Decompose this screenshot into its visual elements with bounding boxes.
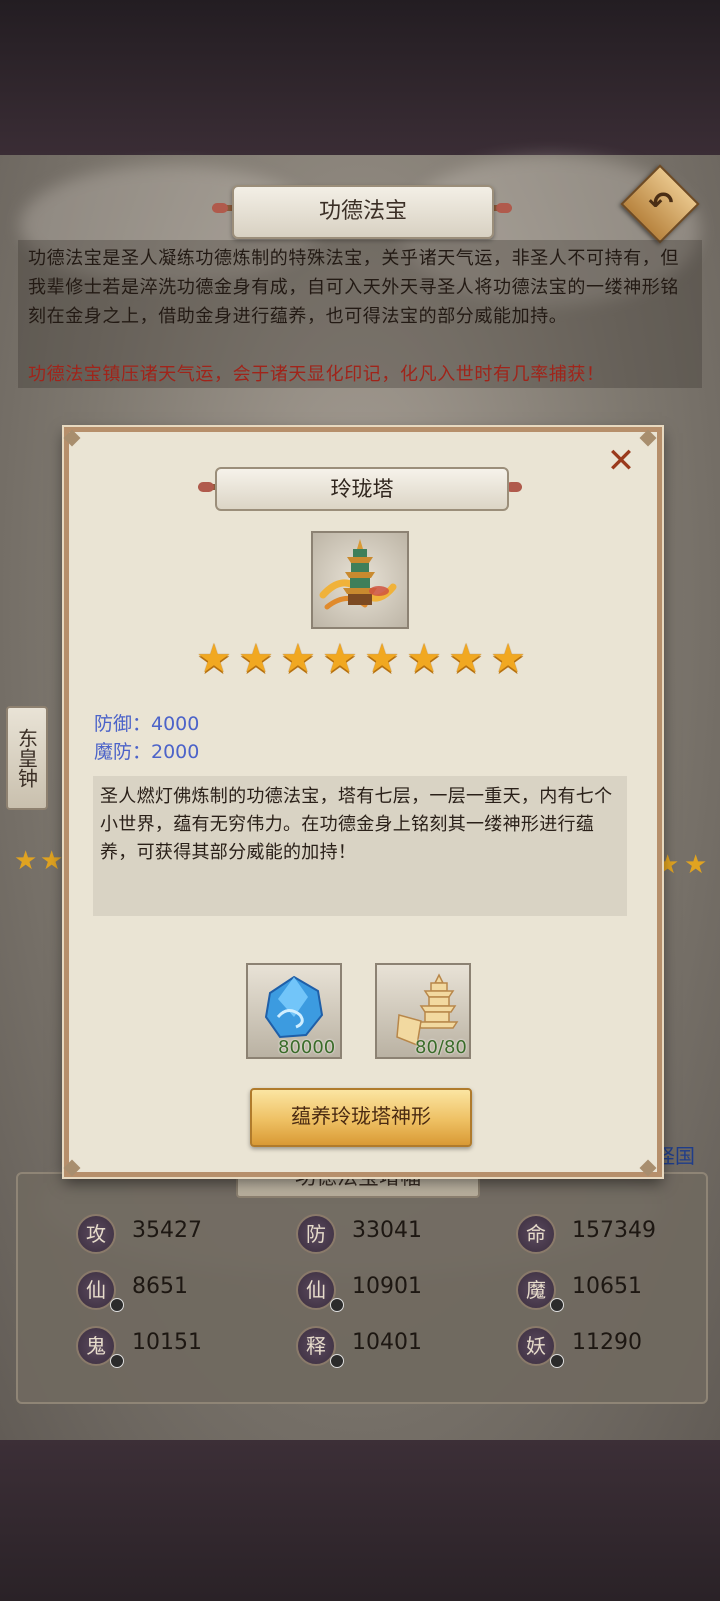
info-dot-icon[interactable]: [330, 1354, 344, 1368]
item-icon-frame[interactable]: [311, 531, 409, 629]
title-rod-end-right: [496, 203, 512, 213]
star-icon: ★: [238, 636, 274, 682]
attribute-magic-defense: 魔防：2000: [94, 741, 200, 763]
bg-star-icon: ★: [40, 846, 64, 876]
bg-star-icon: ★: [684, 850, 708, 880]
info-dot-icon[interactable]: [330, 1298, 344, 1312]
star-rating: ★ ★ ★ ★ ★ ★ ★ ★: [196, 638, 526, 680]
attribute-defense: 防御：4000: [94, 713, 200, 735]
modal-title-rod-end-left: [198, 482, 214, 492]
stat-value: 10151: [132, 1330, 202, 1355]
star-icon: ★: [322, 636, 358, 682]
stat-value: 10401: [352, 1330, 422, 1355]
intro-highlight: 功德法宝镇压诸天气运，会于诸天显化印记，化凡入世时有几率捕获！: [28, 364, 605, 385]
pagoda-icon: [319, 539, 397, 610]
stat-badge: 防: [296, 1214, 336, 1254]
cost-count: 80000: [278, 1037, 336, 1058]
info-dot-icon[interactable]: [110, 1354, 124, 1368]
star-icon: ★: [490, 636, 526, 682]
star-icon: ★: [406, 636, 442, 682]
star-icon: ★: [448, 636, 484, 682]
close-icon[interactable]: ✕: [604, 444, 638, 478]
info-dot-icon[interactable]: [550, 1354, 564, 1368]
info-dot-icon[interactable]: [110, 1298, 124, 1312]
item-description: 圣人燃灯佛炼制的功德法宝，塔有七层，一层一重天，内有七个小世界，蕴有无穷伟力。在…: [100, 786, 613, 863]
stat-value: 8651: [132, 1274, 188, 1299]
star-icon: ★: [196, 636, 232, 682]
stat-badge: 命: [516, 1214, 556, 1254]
side-item-tag[interactable]: 东皇钟: [6, 706, 48, 810]
back-arrow-icon[interactable]: ↶: [641, 184, 681, 224]
stat-value: 10651: [572, 1274, 642, 1299]
stat-badge: 攻: [76, 1214, 116, 1254]
nourish-button[interactable]: 蕴养玲珑塔神形: [250, 1088, 472, 1147]
bottom-bar: [0, 1440, 720, 1601]
star-icon: ★: [280, 636, 316, 682]
stat-value: 35427: [132, 1218, 202, 1243]
stat-value: 157349: [572, 1218, 656, 1243]
star-icon: ★: [364, 636, 400, 682]
stat-value: 10901: [352, 1274, 422, 1299]
title-rod-end-left: [212, 203, 228, 213]
stat-value: 33041: [352, 1218, 422, 1243]
item-name-title: 玲珑塔: [215, 467, 509, 511]
stat-value: 11290: [572, 1330, 642, 1355]
bg-star-icon: ★: [14, 846, 38, 876]
cost-count: 80/80: [415, 1037, 467, 1058]
info-dot-icon[interactable]: [550, 1298, 564, 1312]
page-title: 功德法宝: [232, 185, 494, 239]
top-bar: [0, 0, 720, 155]
intro-paragraph: 功德法宝是圣人凝练功德炼制的特殊法宝，关乎诸天气运，非圣人不可持有，但我辈修士若…: [28, 248, 679, 327]
